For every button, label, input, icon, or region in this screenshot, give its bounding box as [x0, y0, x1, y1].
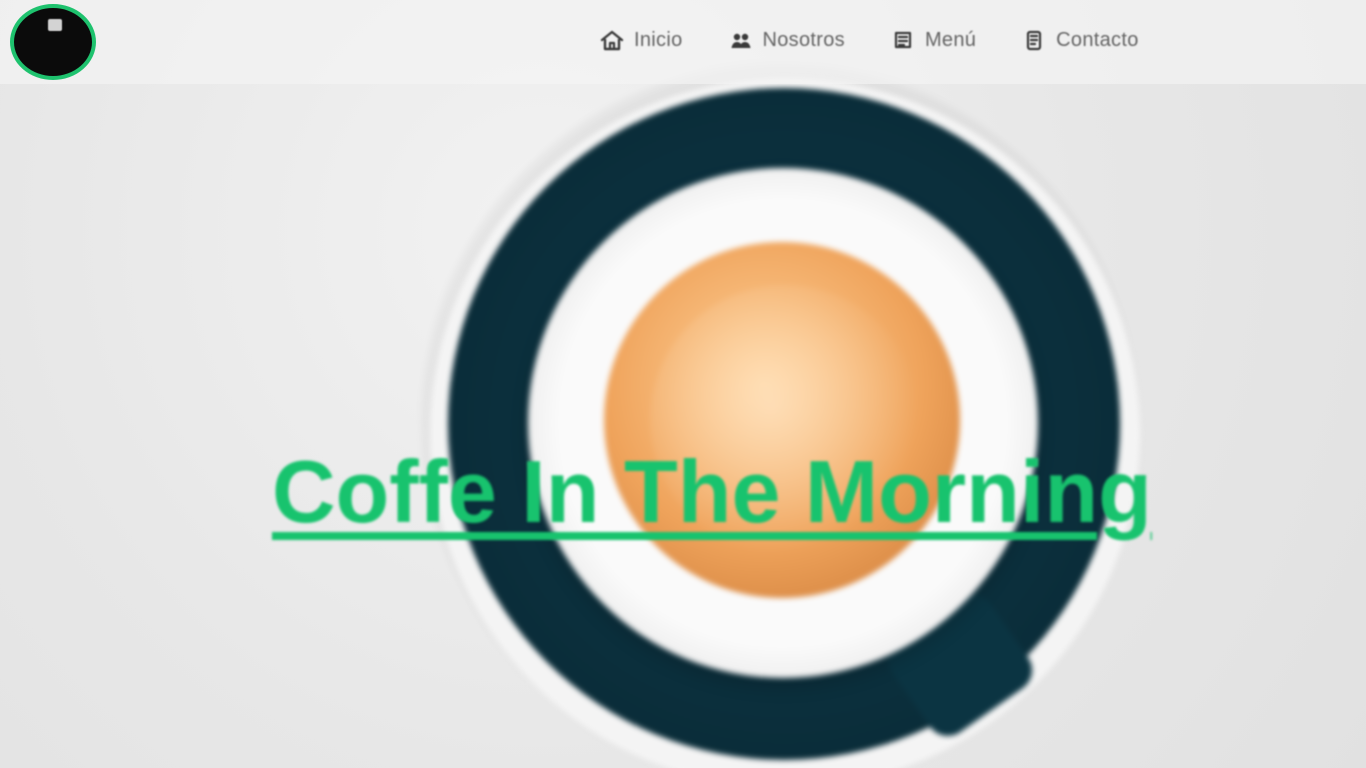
people-icon [727, 29, 755, 51]
nav-item-contacto[interactable]: Contacto [1020, 29, 1138, 52]
hero-title: Coffe In The Morning [272, 441, 1152, 541]
logo-icon [48, 19, 62, 31]
nav-item-nosotros[interactable]: Nosotros [727, 29, 845, 52]
nav-label-nosotros: Nosotros [762, 28, 845, 51]
nav-label-menu: Menú [924, 28, 977, 51]
page: Inicio Nosotros Menú Contacto Coffe In T… [0, 0, 1366, 768]
main-navigation: Inicio Nosotros Menú Contacto [598, 18, 1278, 62]
site-logo[interactable] [10, 4, 96, 80]
contact-icon [1020, 29, 1048, 51]
home-icon [598, 29, 626, 51]
top-header: Inicio Nosotros Menú Contacto [0, 0, 1366, 84]
nav-item-menu[interactable]: Menú [889, 29, 976, 52]
menu-icon [889, 29, 917, 51]
nav-label-inicio: Inicio [634, 28, 683, 51]
nav-item-inicio[interactable]: Inicio [598, 29, 683, 52]
hero-image [0, 0, 1366, 768]
nav-label-contacto: Contacto [1056, 28, 1139, 51]
